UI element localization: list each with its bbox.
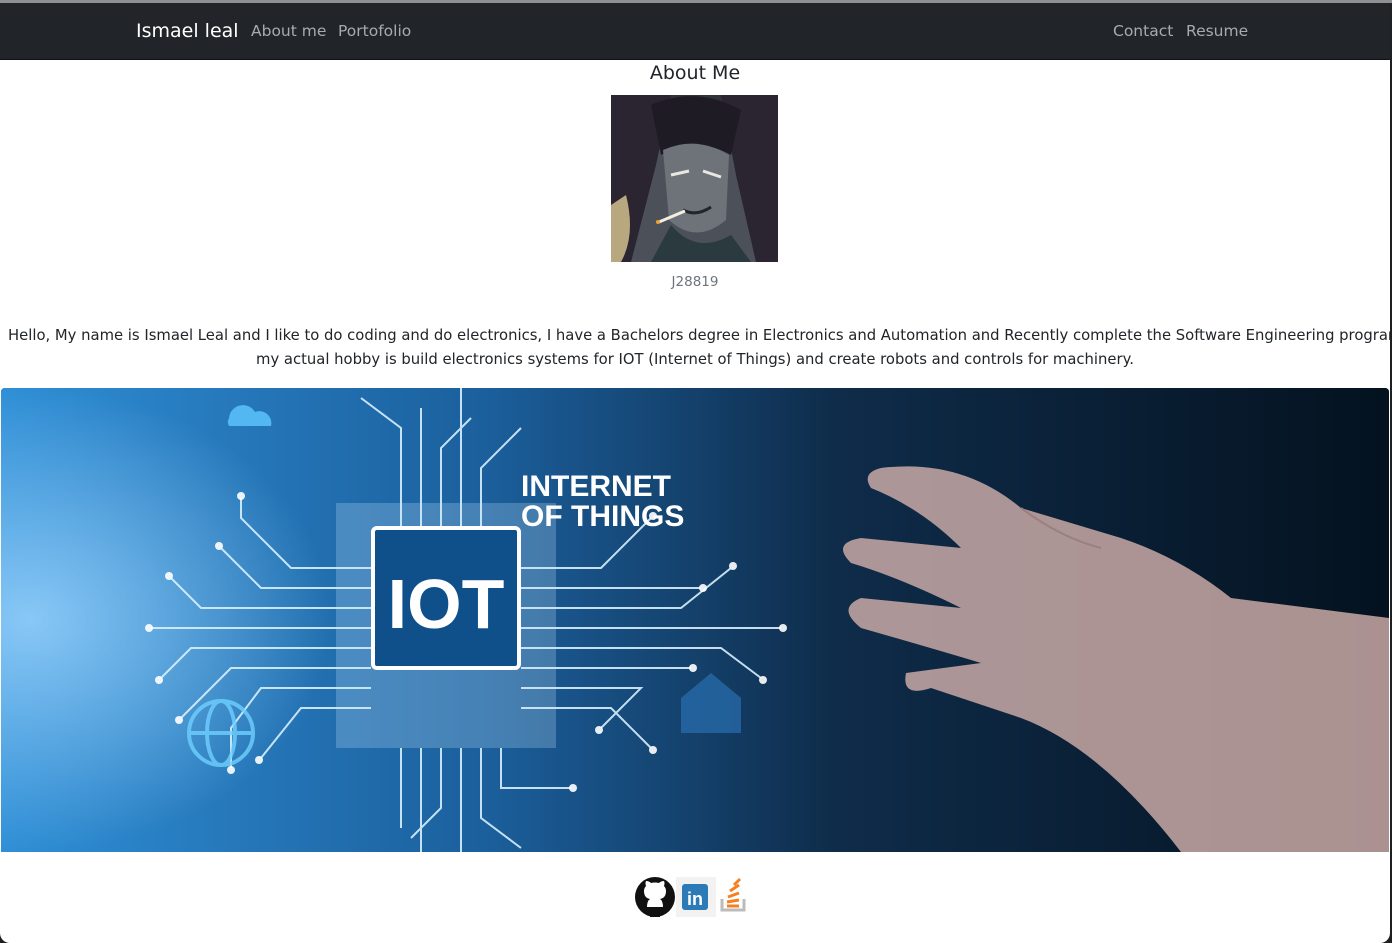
banner-headline-line-1: INTERNET	[521, 470, 671, 503]
chip-label: IOT	[388, 565, 505, 643]
navbar-brand[interactable]: Ismael leal	[136, 20, 239, 42]
bio-line-1: Hello, My name is Ismael Leal and I like…	[8, 327, 1390, 344]
github-icon	[635, 877, 675, 917]
linkedin-icon: in	[676, 877, 716, 917]
iot-banner-graphic: IOT INTERNET OF THINGS	[1, 388, 1389, 852]
nav-link-about-me[interactable]: About me	[251, 22, 326, 41]
linkedin-link[interactable]: in	[676, 877, 716, 917]
linkedin-text: in	[687, 889, 703, 909]
nav-link-contact[interactable]: Contact	[1113, 22, 1173, 41]
stackoverflow-link[interactable]	[718, 877, 750, 917]
bio-line-2: my actual hobby is build electronics sys…	[256, 351, 1134, 368]
nav-link-resume[interactable]: Resume	[1186, 22, 1248, 41]
avatar	[611, 95, 778, 262]
page-title: About Me	[649, 62, 741, 84]
page-content: About Me J28819 Hello, My name is Ismael…	[0, 60, 1390, 943]
browser-frame: Ismael leal About me Portofolio Contact …	[0, 0, 1392, 943]
bio-text: Hello, My name is Ismael Leal and I like…	[8, 324, 1390, 372]
iot-banner-image: IOT INTERNET OF THINGS	[1, 388, 1389, 852]
navbar: Ismael leal About me Portofolio Contact …	[0, 3, 1390, 60]
stackoverflow-icon	[720, 877, 746, 912]
avatar-illustration	[611, 95, 778, 262]
nav-link-portofolio[interactable]: Portofolio	[338, 22, 411, 41]
github-link[interactable]	[634, 877, 676, 917]
avatar-caption: J28819	[671, 274, 719, 290]
banner-headline-line-2: OF THINGS	[521, 500, 684, 533]
